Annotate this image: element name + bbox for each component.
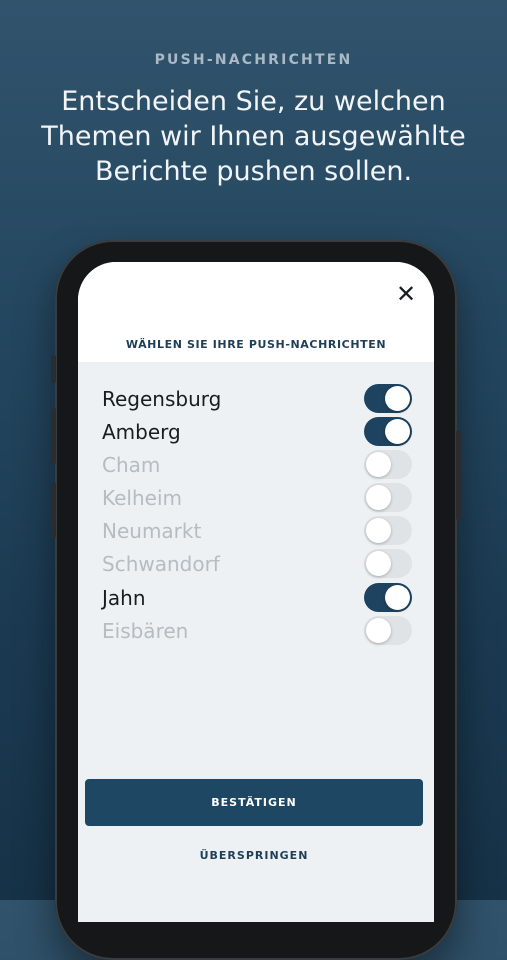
- topic-label: Kelheim: [102, 486, 182, 510]
- topic-row-kelheim: Kelheim: [78, 481, 434, 514]
- topic-toggle[interactable]: [364, 384, 412, 413]
- topic-label: Schwandorf: [102, 552, 220, 576]
- topic-label: Neumarkt: [102, 519, 202, 543]
- topic-label: Regensburg: [102, 387, 222, 411]
- eyebrow-title: PUSH-NACHRICHTEN: [154, 52, 353, 68]
- toggle-knob: [366, 452, 391, 477]
- topic-label: Eisbären: [102, 619, 189, 643]
- topic-toggle[interactable]: [364, 516, 412, 545]
- phone-power-button: [456, 430, 461, 520]
- topic-toggle[interactable]: [364, 583, 412, 612]
- topic-label: Jahn: [102, 586, 146, 610]
- topic-toggle[interactable]: [364, 450, 412, 479]
- topic-row-regensburg: Regensburg: [78, 382, 434, 415]
- push-settings-screen: ✕ WÄHLEN SIE IHRE PUSH-NACHRICHTEN Regen…: [78, 262, 434, 922]
- topic-toggle[interactable]: [364, 549, 412, 578]
- toggle-knob: [366, 485, 391, 510]
- topic-toggle[interactable]: [364, 616, 412, 645]
- dialog-title: WÄHLEN SIE IHRE PUSH-NACHRICHTEN: [125, 338, 387, 351]
- topic-row-jahn: Jahn: [78, 581, 434, 614]
- topic-toggle[interactable]: [364, 483, 412, 512]
- dialog-header: ✕ WÄHLEN SIE IHRE PUSH-NACHRICHTEN: [78, 262, 434, 362]
- toggle-knob: [366, 551, 391, 576]
- topic-label: Amberg: [102, 420, 181, 444]
- topic-row-amberg: Amberg: [78, 415, 434, 448]
- topic-row-schwandorf: Schwandorf: [78, 547, 434, 580]
- toggle-knob: [385, 419, 410, 444]
- toggle-knob: [385, 386, 410, 411]
- confirm-button[interactable]: BESTÄTIGEN: [85, 779, 423, 826]
- headline: Entscheiden Sie, zu welchen Themen wir I…: [41, 86, 466, 187]
- phone-side-button: [51, 355, 56, 383]
- phone-volume-down-button: [51, 482, 56, 538]
- close-icon[interactable]: ✕: [394, 282, 418, 306]
- topic-row-eisbaeren: Eisbären: [78, 614, 434, 647]
- topic-toggle[interactable]: [364, 417, 412, 446]
- topic-label: Cham: [102, 453, 161, 477]
- toggle-knob: [366, 518, 391, 543]
- skip-button[interactable]: ÜBERSPRINGEN: [78, 849, 430, 862]
- toggle-knob: [385, 585, 410, 610]
- phone-volume-up-button: [51, 408, 56, 464]
- toggle-knob: [366, 618, 391, 643]
- topic-row-neumarkt: Neumarkt: [78, 514, 434, 547]
- topic-row-cham: Cham: [78, 448, 434, 481]
